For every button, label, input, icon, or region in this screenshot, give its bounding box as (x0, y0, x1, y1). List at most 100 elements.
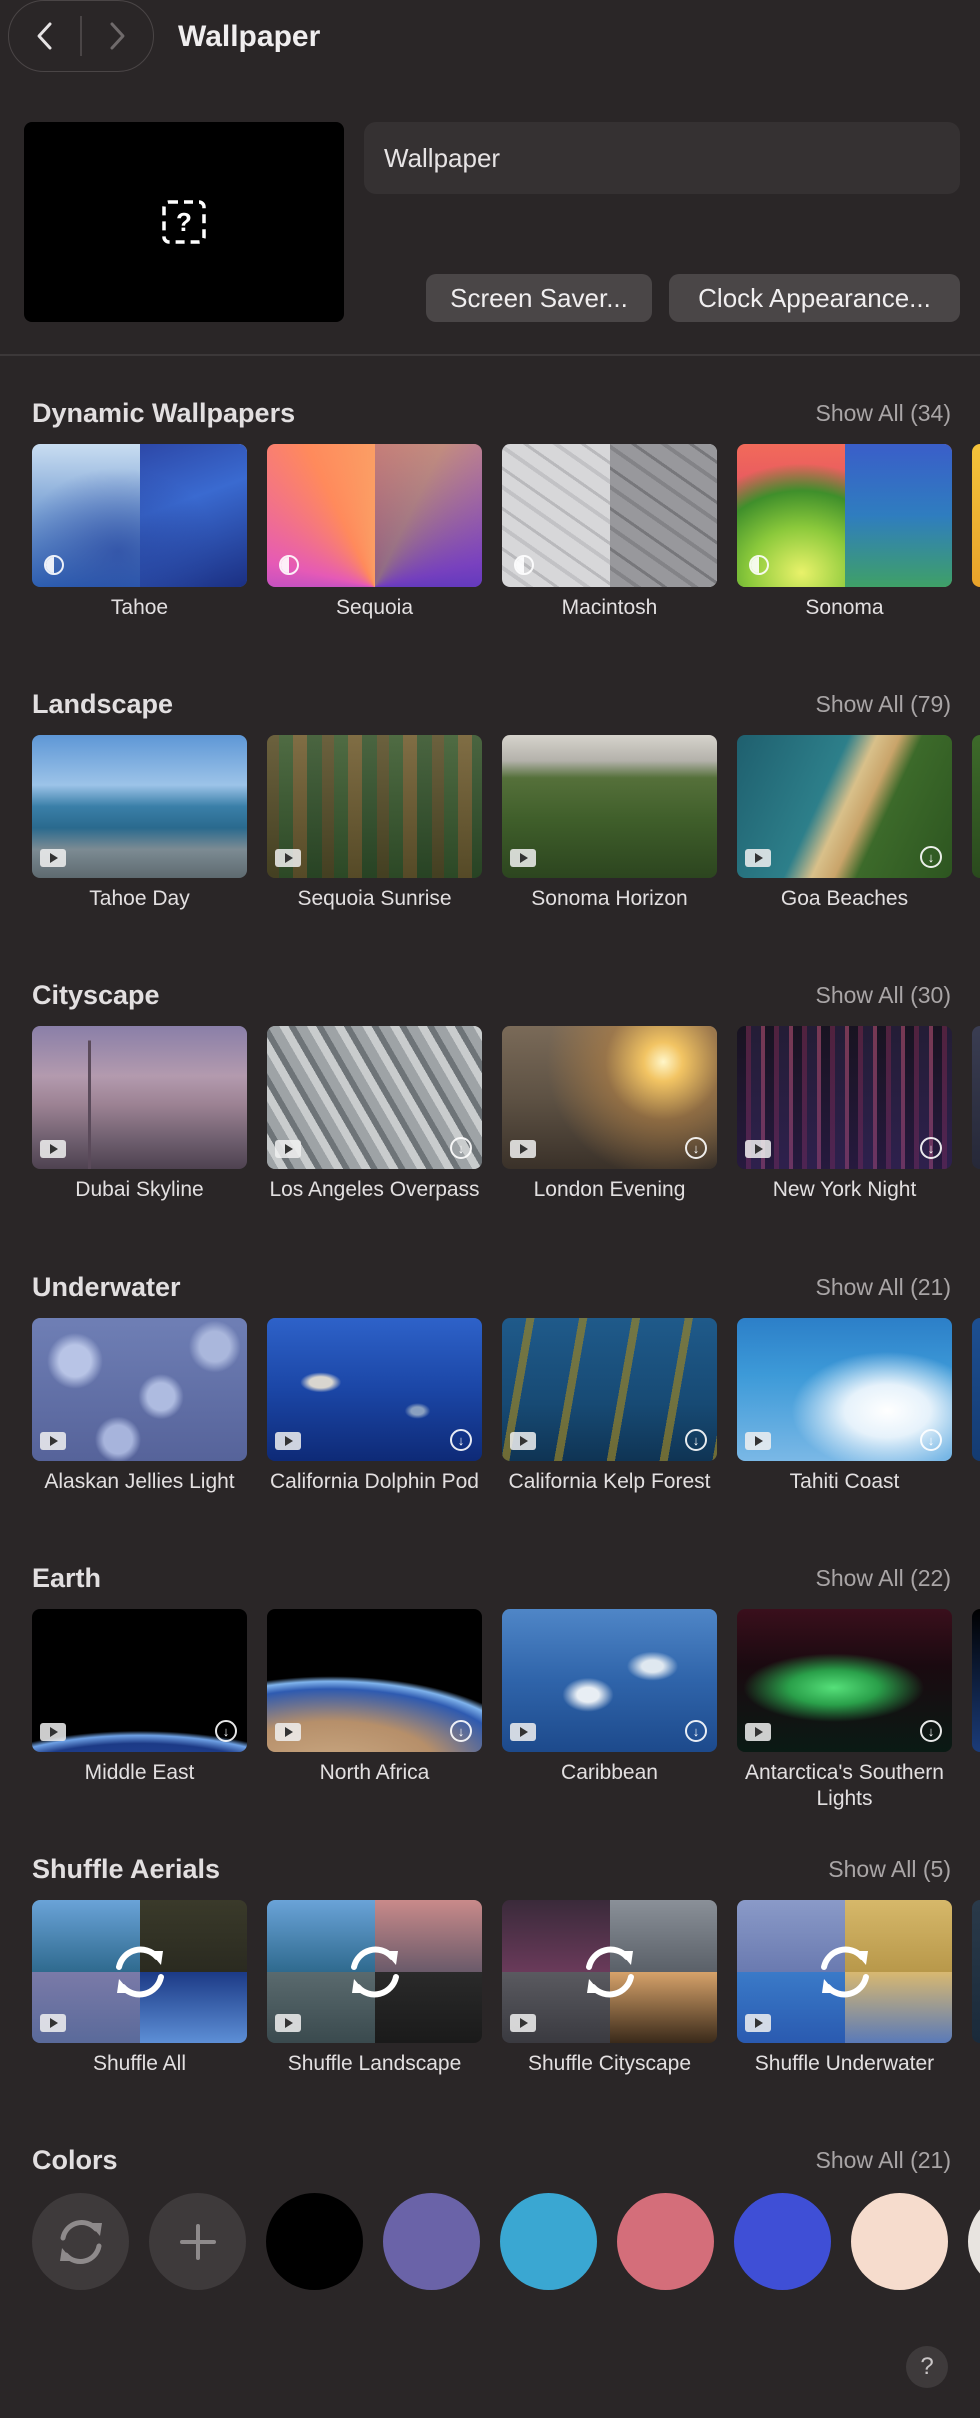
wallpaper-tile[interactable]: Shuffle Underwater (737, 1900, 952, 2077)
auto-rotate-colors-button[interactable] (32, 2193, 129, 2290)
wallpaper-tile[interactable]: ↓ Antarctica's Southern Lights (737, 1609, 952, 1812)
wallpaper-thumbnail (972, 735, 980, 878)
dashed-question-icon: ? (162, 200, 206, 244)
wallpaper-tile[interactable]: Sonoma Horizon (502, 735, 717, 912)
shuffle-icon (350, 1946, 399, 1997)
wallpaper-label: Middle East (84, 1761, 195, 1784)
wallpaper-tile[interactable]: Tahoe Day (32, 735, 247, 912)
color-swatch-black[interactable] (266, 2193, 363, 2290)
video-icon (275, 2014, 301, 2032)
show-all-button[interactable]: Show All (22) (815, 1565, 951, 1592)
wallpaper-thumbnail (972, 1318, 980, 1461)
wallpaper-label: Shuffle Underwater (754, 2052, 935, 2075)
wallpaper-thumbnail (502, 735, 717, 878)
wallpaper-thumbnail (972, 1026, 980, 1169)
forward-button[interactable] (82, 1, 153, 70)
wallpaper-tile[interactable]: ↓ Los Angeles Overpass (267, 1026, 482, 1203)
section-underwater: Underwater Show All (21) Alaskan Jellies… (0, 1272, 980, 1562)
section-title: Landscape (32, 689, 174, 719)
wallpaper-tile[interactable] (972, 1026, 980, 1169)
wallpaper-tile[interactable]: Shuffle All (32, 1900, 247, 2077)
wallpaper-tile[interactable]: Sequoia Sunrise (267, 735, 482, 912)
wallpaper-thumbnail (737, 1900, 952, 2043)
wallpaper-tile[interactable]: Sonoma (737, 444, 952, 621)
add-color-button[interactable] (149, 2193, 246, 2290)
download-icon: ↓ (450, 1429, 472, 1451)
wallpaper-tile[interactable]: ↓ London Evening (502, 1026, 717, 1203)
section-shuffle-aerials: Shuffle Aerials Show All (5) Shuffle All (0, 1854, 980, 2144)
wallpaper-tile[interactable]: ↓ Goa Beaches (737, 735, 952, 912)
wallpaper-row: Tahoe Day Sequoia Sunrise Sonoma Horizon… (32, 735, 980, 965)
wallpaper-tile[interactable]: Shuffle Cityscape (502, 1900, 717, 2077)
color-swatch-blue[interactable] (734, 2193, 831, 2290)
section-title: Underwater (32, 1272, 181, 1302)
wallpaper-tile[interactable]: Shuffle Landscape (267, 1900, 482, 2077)
wallpaper-label: London Evening (533, 1178, 686, 1201)
section-landscape: Landscape Show All (79) Tahoe Day Sequoi… (0, 689, 980, 979)
color-swatch-purple[interactable] (383, 2193, 480, 2290)
show-all-button[interactable]: Show All (21) (815, 1274, 951, 1301)
download-icon: ↓ (920, 846, 942, 868)
video-icon (40, 2014, 66, 2032)
help-button[interactable]: ? (906, 2346, 948, 2388)
wallpaper-tile[interactable]: Dubai Skyline (32, 1026, 247, 1203)
wallpaper-thumbnail: ↓ (502, 1609, 717, 1752)
video-icon (40, 1140, 66, 1158)
wallpaper-thumbnail: ↓ (737, 735, 952, 878)
wallpaper-tile[interactable] (972, 735, 980, 878)
wallpaper-tile[interactable] (972, 1900, 980, 2043)
dynamic-icon (749, 555, 769, 575)
show-all-button[interactable]: Show All (5) (828, 1856, 951, 1883)
current-wallpaper-preview[interactable]: ? (24, 122, 344, 322)
show-all-button[interactable]: Show All (30) (815, 982, 951, 1009)
color-swatch-peach[interactable] (851, 2193, 948, 2290)
wallpaper-label: Shuffle Landscape (287, 2052, 462, 2075)
wallpaper-tile[interactable]: ↓ California Dolphin Pod (267, 1318, 482, 1495)
section-colors: Colors Show All (21) (0, 2145, 980, 2193)
wallpaper-thumbnail (32, 1318, 247, 1461)
wallpaper-thumbnail (32, 735, 247, 878)
wallpaper-tile[interactable]: Alaskan Jellies Light (32, 1318, 247, 1495)
wallpaper-thumbnail: ↓ (267, 1318, 482, 1461)
wallpaper-tile[interactable]: ↓ Caribbean (502, 1609, 717, 1786)
dynamic-icon (44, 555, 64, 575)
wallpaper-tile[interactable] (972, 1609, 980, 1752)
shuffle-icon (115, 1946, 164, 1997)
wallpaper-tile[interactable]: ↓ Tahiti Coast (737, 1318, 952, 1495)
wallpaper-thumbnail (972, 444, 980, 587)
wallpaper-tile[interactable]: ↓ New York Night (737, 1026, 952, 1203)
show-all-button[interactable]: Show All (79) (815, 691, 951, 718)
color-swatch-pink[interactable] (617, 2193, 714, 2290)
wallpaper-label: Tahiti Coast (789, 1470, 900, 1493)
video-icon (275, 1140, 301, 1158)
wallpaper-tile[interactable]: Tahoe (32, 444, 247, 621)
clock-appearance-button[interactable]: Clock Appearance... (669, 274, 960, 322)
navigation-buttons (8, 0, 154, 72)
plus-icon (179, 2223, 216, 2260)
wallpaper-row: Tahoe Sequoia Macintosh Sonoma (32, 444, 980, 674)
wallpaper-thumbnail: ↓ (502, 1318, 717, 1461)
wallpaper-tile[interactable]: ↓ North Africa (267, 1609, 482, 1786)
section-title: Cityscape (32, 980, 160, 1010)
color-swatch-partial[interactable] (968, 2193, 980, 2290)
wallpaper-label: New York Night (772, 1178, 917, 1201)
color-swatch-cyan[interactable] (500, 2193, 597, 2290)
wallpaper-tile[interactable]: Sequoia (267, 444, 482, 621)
wallpaper-tile[interactable] (972, 444, 980, 587)
show-all-button[interactable]: Show All (21) (815, 2147, 951, 2174)
wallpaper-tile[interactable]: ↓ California Kelp Forest (502, 1318, 717, 1495)
wallpaper-thumbnail (267, 1900, 482, 2043)
wallpaper-thumbnail (32, 1026, 247, 1169)
wallpaper-tile[interactable]: Macintosh (502, 444, 717, 621)
wallpaper-tile[interactable] (972, 1318, 980, 1461)
wallpaper-name-field[interactable]: Wallpaper (364, 122, 960, 194)
color-row (32, 2193, 980, 2293)
video-icon (510, 849, 536, 867)
wallpaper-label: California Dolphin Pod (270, 1470, 479, 1493)
show-all-button[interactable]: Show All (34) (815, 400, 951, 427)
back-button[interactable] (9, 1, 80, 70)
wallpaper-row: ↓ Middle East ↓ North Africa ↓ Caribbean (32, 1609, 980, 1839)
chevron-right-icon (110, 22, 125, 49)
wallpaper-tile[interactable]: ↓ Middle East (32, 1609, 247, 1786)
screen-saver-button[interactable]: Screen Saver... (426, 274, 652, 322)
